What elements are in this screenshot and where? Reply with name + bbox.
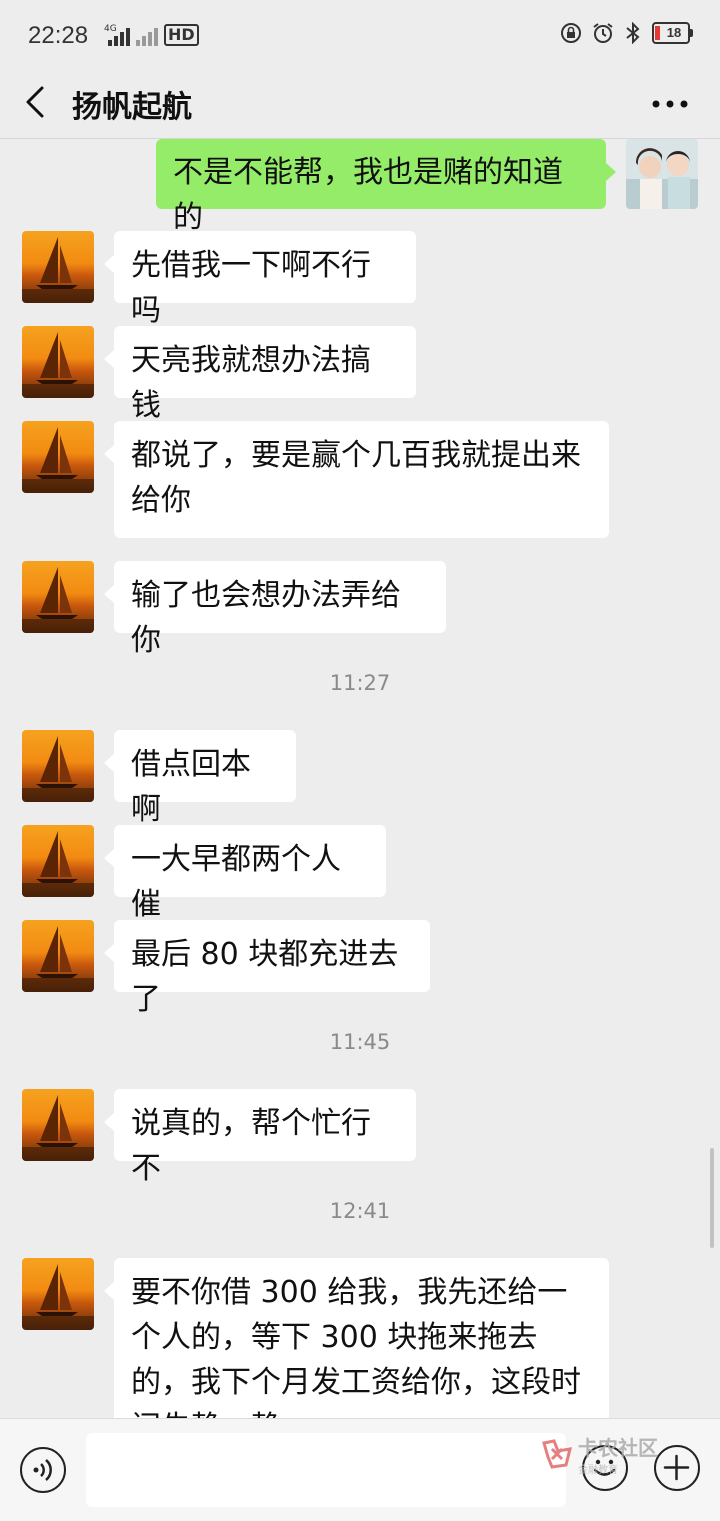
voice-icon <box>33 1459 52 1481</box>
chevron-left-icon <box>26 86 44 118</box>
contact-avatar[interactable] <box>22 561 94 633</box>
status-time: 22:28 <box>28 22 89 49</box>
message-bubble[interactable]: 最后 80 块都充进去了 <box>104 920 430 1017</box>
message-text: 说真的，帮个忙行不 <box>131 1106 371 1186</box>
more-dots-icon <box>652 100 688 108</box>
contact-avatar[interactable] <box>22 231 94 303</box>
bluetooth-icon <box>626 22 640 44</box>
timestamp-divider: 12:41 <box>329 1199 391 1223</box>
contact-avatar[interactable] <box>22 825 94 897</box>
message-bubble[interactable]: 先借我一下啊不行吗 <box>104 231 416 328</box>
message-text: 先借我一下啊不行吗 <box>131 248 371 328</box>
message-bubble[interactable]: 一大早都两个人催 <box>104 825 386 922</box>
contact-avatar[interactable] <box>22 920 94 992</box>
alarm-icon <box>593 23 613 43</box>
battery-icon: 18 <box>652 22 693 44</box>
my-avatar[interactable] <box>626 139 698 209</box>
contact-avatar[interactable] <box>22 1258 94 1330</box>
sailboat-avatar-icon <box>22 825 94 897</box>
sailboat-avatar-icon <box>22 561 94 633</box>
sailboat-avatar-icon <box>22 920 94 992</box>
chat-title: 扬帆起航 <box>72 90 192 125</box>
chat-header: 扬帆起航 <box>0 74 720 139</box>
sailboat-avatar-icon <box>22 730 94 802</box>
message-text: 都说了，要是赢个几百我就提出来给你 <box>131 438 581 518</box>
chat-scrollbar[interactable] <box>710 1148 714 1248</box>
rotation-lock-icon <box>561 23 581 43</box>
more-functions-button[interactable] <box>654 1445 700 1491</box>
contact-avatar[interactable] <box>22 421 94 493</box>
message-bubble[interactable]: 借点回本啊 <box>104 730 296 827</box>
contact-avatar[interactable] <box>22 1089 94 1161</box>
message-text: 一大早都两个人催 <box>131 842 341 922</box>
chat-messages-area[interactable]: 不是不能帮，我也是赌的知道的 先借我一下啊不行吗 天亮我就想办法搞钱 都说了，要… <box>0 139 720 1418</box>
timestamp-divider: 11:45 <box>329 1030 391 1054</box>
watermark: 卡农社区 金融教育 <box>540 1432 658 1476</box>
message-bubble[interactable]: 不是不能帮，我也是赌的知道的 <box>156 139 616 235</box>
hd-icon: HD <box>164 24 199 46</box>
voice-button[interactable] <box>20 1447 66 1493</box>
message-text: 输了也会想办法弄给你 <box>131 578 401 658</box>
message-text: 要不你借 300 给我，我先还给一个人的，等下 300 块拖来拖去的，我下个月发… <box>131 1275 581 1418</box>
timestamp-divider: 11:27 <box>329 671 391 695</box>
sailboat-avatar-icon <box>22 421 94 493</box>
message-text: 最后 80 块都充进去了 <box>131 937 399 1017</box>
sailboat-avatar-icon <box>22 1089 94 1161</box>
plus-icon <box>663 1454 690 1481</box>
message-bubble[interactable]: 天亮我就想办法搞钱 <box>104 326 416 423</box>
status-icons: 18 <box>560 22 693 44</box>
back-button[interactable] <box>18 80 58 124</box>
no-signal-icon <box>136 24 158 46</box>
message-text: 借点回本啊 <box>131 747 251 827</box>
watermark-text: 卡农社区 <box>578 1436 658 1460</box>
message-input[interactable] <box>86 1433 566 1507</box>
message-bubble[interactable]: 都说了，要是赢个几百我就提出来给你 <box>104 421 609 538</box>
message-bubble[interactable]: 输了也会想办法弄给你 <box>104 561 446 658</box>
message-bubble[interactable]: 要不你借 300 给我，我先还给一个人的，等下 300 块拖来拖去的，我下个月发… <box>104 1258 609 1418</box>
message-text: 不是不能帮，我也是赌的知道的 <box>173 155 563 235</box>
more-options-button[interactable] <box>648 82 692 122</box>
sailboat-avatar-icon <box>22 1258 94 1330</box>
avatar-photo-icon <box>626 139 698 209</box>
message-bubble[interactable]: 说真的，帮个忙行不 <box>104 1089 416 1186</box>
contact-avatar[interactable] <box>22 730 94 802</box>
signal-icon <box>108 24 130 46</box>
status-bar: 22:28 4G HD 18 <box>0 0 720 74</box>
sailboat-avatar-icon <box>22 326 94 398</box>
sailboat-avatar-icon <box>22 231 94 303</box>
watermark-logo-icon <box>542 1439 573 1469</box>
watermark-subtext: 金融教育 <box>578 1465 618 1476</box>
contact-avatar[interactable] <box>22 326 94 398</box>
battery-level: 18 <box>666 25 682 40</box>
message-text: 天亮我就想办法搞钱 <box>131 343 371 423</box>
